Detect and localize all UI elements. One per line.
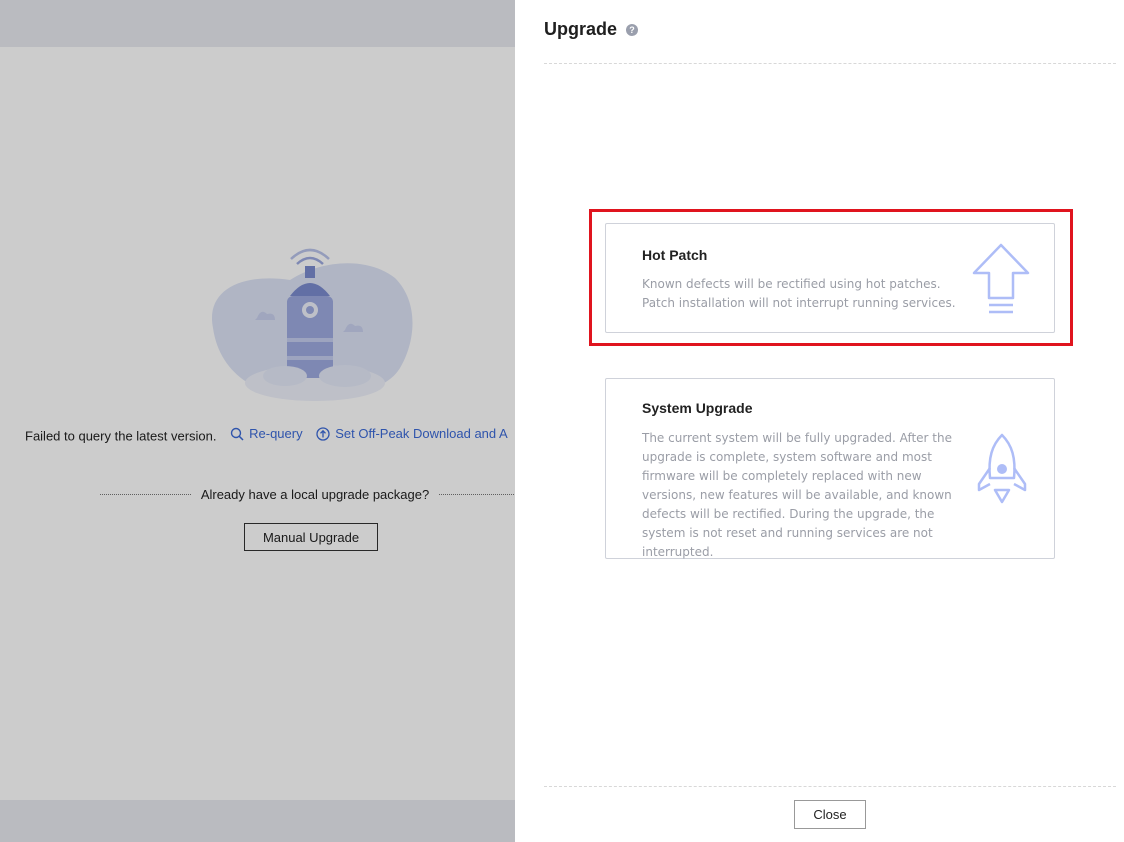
hot-patch-description: Known defects will be rectified using ho… bbox=[642, 277, 956, 310]
help-icon[interactable]: ? bbox=[626, 23, 639, 36]
rocket-icon bbox=[977, 433, 1027, 504]
drawer-divider-top bbox=[544, 63, 1116, 64]
close-button[interactable]: Close bbox=[794, 800, 866, 829]
system-upgrade-card[interactable]: System Upgrade The current system will b… bbox=[605, 378, 1055, 559]
drawer-title-text: Upgrade bbox=[544, 19, 618, 39]
drawer-title: Upgrade ? bbox=[544, 19, 639, 40]
modal-overlay[interactable] bbox=[0, 0, 515, 842]
hot-patch-card[interactable]: Hot Patch Known defects will be rectifie… bbox=[605, 223, 1055, 333]
hot-patch-title: Hot Patch bbox=[642, 247, 708, 263]
arrow-up-icon bbox=[972, 243, 1030, 314]
system-upgrade-title: System Upgrade bbox=[642, 400, 753, 416]
upgrade-drawer: Upgrade ? Hot Patch Known defects will b… bbox=[515, 0, 1124, 842]
drawer-divider-bottom bbox=[544, 786, 1116, 787]
system-upgrade-description: The current system will be fully upgrade… bbox=[642, 431, 952, 559]
